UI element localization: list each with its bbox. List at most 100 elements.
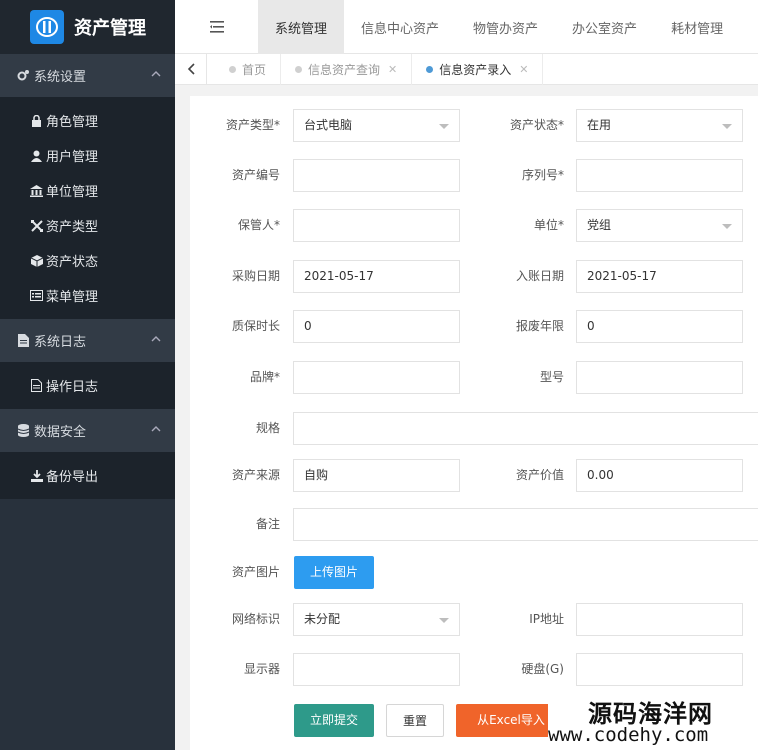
gears-icon (16, 69, 30, 83)
tab-home[interactable]: 首页 (207, 53, 282, 85)
tab-dot (426, 65, 434, 73)
database-icon (16, 424, 30, 438)
asset-no-label: 资产编号 (231, 168, 280, 182)
source-input[interactable]: 自购 (293, 459, 460, 492)
asset-no-input[interactable] (293, 159, 460, 192)
menu-group-system-log[interactable]: 系统日志 (0, 319, 175, 362)
monitor-input[interactable] (293, 653, 460, 686)
topnav-system-management[interactable]: 系统管理 (258, 0, 345, 54)
watermark: 源码海洋网 www.codehy.com (548, 694, 758, 750)
model-input[interactable] (576, 361, 743, 394)
spec-input[interactable] (293, 412, 758, 445)
asset-value-label: 资产价值 (515, 468, 564, 482)
purchase-date-label: 采购日期 (231, 269, 280, 283)
sidebar-item-asset-types[interactable]: 资产类型 (0, 208, 175, 243)
menu-group-data-security[interactable]: 数据安全 (0, 409, 175, 452)
menu-toggle-icon[interactable] (175, 0, 258, 53)
close-icon[interactable]: ✕ (388, 63, 397, 76)
sidebar-item-operation-log[interactable]: 操作日志 (0, 368, 175, 403)
tab-asset-query[interactable]: 信息资产查询 ✕ (281, 53, 413, 85)
brand-input[interactable] (293, 361, 460, 394)
sidebar-item-asset-status[interactable]: 资产状态 (0, 243, 175, 278)
topnav-consumables[interactable]: 耗材管理 (654, 0, 740, 54)
list-alt-icon (30, 289, 43, 302)
tab-label: 首页 (242, 62, 267, 77)
sidebar-item-label: 用户管理 (46, 150, 99, 165)
network-label: 网络标识 (231, 612, 280, 626)
entry-date-label: 入账日期 (515, 269, 564, 283)
topnav-property-office-assets[interactable]: 物管办资产 (456, 0, 555, 54)
tabs-bar: 首页 信息资产查询 ✕ 信息资产录入 ✕ (175, 53, 758, 85)
warranty-input[interactable]: 0 (293, 310, 460, 343)
sidebar-item-label: 角色管理 (46, 115, 99, 130)
top-navigation: 系统管理 信息中心资产 物管办资产 办公室资产 耗材管理 (175, 0, 758, 54)
cube-icon (30, 254, 43, 267)
app-title: 资产管理 (74, 18, 146, 39)
menu-list-data-security: 备份导出 (0, 452, 175, 499)
sidebar-item-label: 资产状态 (46, 255, 99, 270)
tab-label: 信息资产查询 (308, 62, 381, 77)
tab-asset-entry[interactable]: 信息资产录入 ✕ (412, 53, 544, 85)
custodian-label: 保管人* (237, 218, 280, 232)
asset-status-label: 资产状态* (509, 118, 564, 132)
source-label: 资产来源 (231, 468, 280, 482)
asset-type-label: 资产类型* (225, 118, 280, 132)
serial-no-input[interactable] (576, 159, 743, 192)
disk-label: 硬盘(G) (521, 662, 564, 676)
download-icon (30, 469, 43, 482)
sidebar-item-label: 操作日志 (46, 380, 99, 395)
upload-image-button[interactable]: 上传图片 (294, 556, 374, 589)
disk-input[interactable] (576, 653, 743, 686)
purchase-date-input[interactable]: 2021-05-17 (293, 260, 460, 293)
sitemap-icon (30, 219, 43, 232)
sidebar-item-roles[interactable]: 角色管理 (0, 103, 175, 138)
remark-input[interactable] (293, 508, 758, 541)
menu-list-system-log: 操作日志 (0, 362, 175, 409)
asset-value-input[interactable]: 0.00 (576, 459, 743, 492)
sidebar-item-label: 单位管理 (46, 185, 99, 200)
custodian-input[interactable] (293, 209, 460, 242)
entry-date-input[interactable]: 2021-05-17 (576, 260, 743, 293)
file-icon (16, 334, 30, 348)
ip-input[interactable] (576, 603, 743, 636)
spec-label: 规格 (255, 421, 280, 435)
unit-select[interactable]: 党组 (576, 209, 743, 242)
sidebar-item-units[interactable]: 单位管理 (0, 173, 175, 208)
menu-group-label: 数据安全 (34, 425, 87, 440)
asset-entry-form: 资产类型* 台式电脑 资产状态* 在用 资产编号 序列号* 保管人* 单位* 党… (190, 96, 758, 750)
close-icon[interactable]: ✕ (519, 63, 528, 76)
menu-group-system-settings[interactable]: 系统设置 (0, 54, 175, 97)
chevron-up-icon (151, 68, 161, 83)
chevron-up-icon (151, 423, 161, 438)
bank-icon (30, 184, 43, 197)
chevron-left-icon[interactable] (175, 53, 207, 85)
menu-list-system-settings: 角色管理 用户管理 单位管理 资产类型 资产状态 菜单管理 (0, 97, 175, 319)
unit-label: 单位* (533, 218, 564, 232)
tab-dot (295, 65, 303, 73)
logo-bar: 资产管理 (0, 0, 175, 54)
chevron-up-icon (151, 333, 161, 348)
sidebar-item-backup-export[interactable]: 备份导出 (0, 458, 175, 493)
warranty-label: 质保时长 (231, 319, 280, 333)
asset-type-select[interactable]: 台式电脑 (293, 109, 460, 142)
submit-button[interactable]: 立即提交 (294, 704, 374, 737)
scrap-years-label: 报废年限 (515, 319, 564, 333)
network-select[interactable]: 未分配 (293, 603, 460, 636)
topnav-info-center-assets[interactable]: 信息中心资产 (344, 0, 456, 54)
ip-label: IP地址 (529, 612, 564, 626)
menu-group-label: 系统日志 (34, 335, 87, 350)
monitor-label: 显示器 (243, 662, 280, 676)
watermark-url: www.codehy.com (548, 724, 709, 746)
topnav-office-assets[interactable]: 办公室资产 (555, 0, 654, 54)
tab-dot (229, 65, 236, 73)
asset-image-label: 资产图片 (231, 565, 280, 579)
menu-group-label: 系统设置 (34, 70, 87, 85)
tab-label: 信息资产录入 (439, 62, 512, 77)
sidebar-item-menus[interactable]: 菜单管理 (0, 278, 175, 313)
model-label: 型号 (539, 370, 564, 384)
reset-button[interactable]: 重置 (386, 704, 444, 737)
scrap-years-input[interactable]: 0 (576, 310, 743, 343)
sidebar-item-users[interactable]: 用户管理 (0, 138, 175, 173)
sidebar-item-label: 备份导出 (46, 470, 99, 485)
asset-status-select[interactable]: 在用 (576, 109, 743, 142)
